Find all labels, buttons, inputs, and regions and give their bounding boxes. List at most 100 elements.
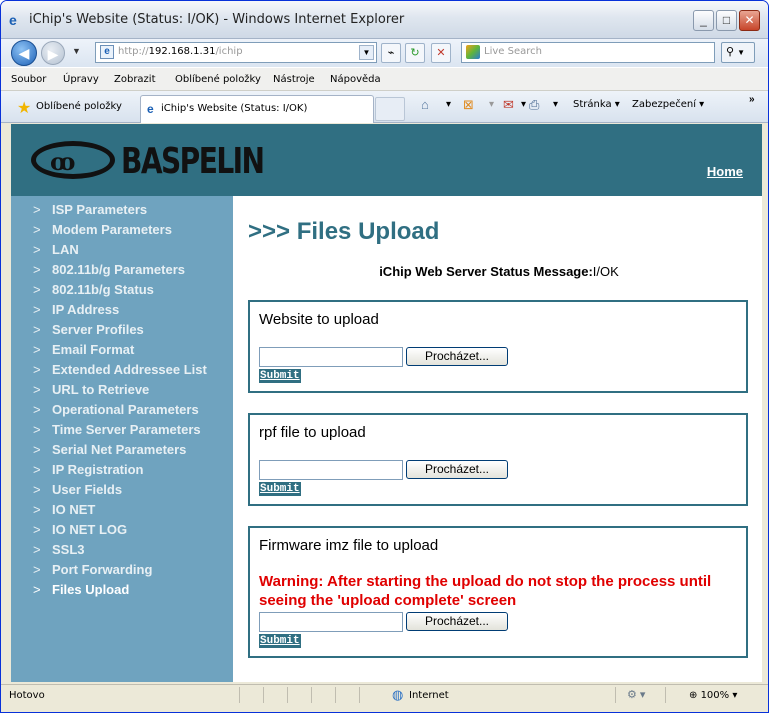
favorites-bar: ★ Oblíbené položky e iChip's Website (St… <box>1 91 768 123</box>
sidebar-item-operational-parameters[interactable]: > Operational Parameters <box>11 400 233 420</box>
feed-dropdown-icon[interactable]: ▾ <box>489 99 494 110</box>
sidebar-item-io-net[interactable]: > IO NET <box>11 500 233 520</box>
status-divider <box>263 687 264 703</box>
status-divider <box>335 687 336 703</box>
home-dropdown-icon[interactable]: ▾ <box>446 99 451 110</box>
sidebar-item-ip-address[interactable]: > IP Address <box>11 300 233 320</box>
menu-view[interactable]: Zobrazit <box>114 74 156 85</box>
history-dropdown-icon[interactable]: ▼ <box>72 46 81 56</box>
home-icon[interactable]: ⌂ <box>421 97 429 112</box>
sidebar-item-lan[interactable]: > LAN <box>11 240 233 260</box>
sidebar-item-url-to-retrieve[interactable]: > URL to Retrieve <box>11 380 233 400</box>
back-button[interactable]: ◀ <box>11 40 37 66</box>
sidebar-item-io-net-log[interactable]: > IO NET LOG <box>11 520 233 540</box>
safety-menu[interactable]: Zabezpečení ▾ <box>632 99 704 110</box>
sidebar-item-label: 802.11b/g Status <box>52 282 154 297</box>
firmware-upload-form: Firmware imz file to upload Warning: Aft… <box>248 526 748 658</box>
internet-zone-icon: ◍ <box>392 687 404 702</box>
firmware-file-input[interactable] <box>259 612 403 632</box>
compatibility-view-icon[interactable]: ⌁ <box>381 43 401 63</box>
search-button[interactable]: ⚲ ▼ <box>721 42 755 63</box>
status-divider <box>287 687 288 703</box>
sidebar-item-802-11b-g-status[interactable]: >802.11b/g Status <box>11 280 233 300</box>
mail-icon[interactable]: ✉ <box>503 97 514 113</box>
menu-tools[interactable]: Nástroje <box>273 74 315 85</box>
rpf-submit-button[interactable]: Submit <box>259 482 301 496</box>
close-button[interactable]: ✕ <box>739 10 760 31</box>
sidebar-item-label: Port Forwarding <box>52 562 153 577</box>
new-tab-button[interactable] <box>375 97 405 121</box>
favorites-star-icon[interactable]: ★ <box>17 98 31 118</box>
rss-feed-icon[interactable]: ⊠ <box>463 97 474 113</box>
sidebar-item-ip-registration[interactable]: > IP Registration <box>11 460 233 480</box>
page-menu[interactable]: Stránka ▾ <box>573 99 620 110</box>
refresh-icon[interactable]: ↻ <box>405 43 425 63</box>
sidebar-item-files-upload[interactable]: > Files Upload <box>11 580 233 600</box>
sidebar-item-label: IP Address <box>52 302 120 317</box>
menu-favorites[interactable]: Oblíbené položky <box>175 74 261 85</box>
sidebar-item-server-profiles[interactable]: > Server Profiles <box>11 320 233 340</box>
sidebar-item-extended-addressee-list[interactable]: > Extended Addressee List <box>11 360 233 380</box>
website-submit-button[interactable]: Submit <box>259 369 301 383</box>
sidebar-item-ssl3[interactable]: > SSL3 <box>11 540 233 560</box>
zoom-level[interactable]: ⊕ 100% ▾ <box>689 690 737 701</box>
sidebar-item-isp-parameters[interactable]: > ISP Parameters <box>11 200 233 220</box>
protected-mode-icon[interactable]: ⚙ ▾ <box>627 688 645 701</box>
rpf-browse-button[interactable]: Procházet... <box>406 460 508 479</box>
home-link[interactable]: Home <box>707 164 743 179</box>
website-browse-button[interactable]: Procházet... <box>406 347 508 366</box>
stop-icon[interactable]: ✕ <box>431 43 451 63</box>
status-divider <box>311 687 312 703</box>
menu-help[interactable]: Nápověda <box>330 74 381 85</box>
minimize-button[interactable]: _ <box>693 10 714 31</box>
rpf-file-input[interactable] <box>259 460 403 480</box>
sidebar-item-label: Modem Parameters <box>52 222 172 237</box>
sidebar-arrow-icon: > <box>33 562 41 577</box>
tab-ie-icon: e <box>147 102 154 116</box>
sidebar-item-user-fields[interactable]: > User Fields <box>11 480 233 500</box>
status-divider <box>359 687 360 703</box>
sidebar-item-serial-net-parameters[interactable]: > Serial Net Parameters <box>11 440 233 460</box>
sidebar-arrow-icon: > <box>33 402 41 417</box>
status-bar: Hotovo ◍ Internet ⚙ ▾ ⊕ 100% ▾ <box>1 684 768 712</box>
sidebar-item-modem-parameters[interactable]: > Modem Parameters <box>11 220 233 240</box>
maximize-button[interactable]: □ <box>716 10 737 31</box>
sidebar-item-label: IP Registration <box>52 462 144 477</box>
sidebar-arrow-icon: > <box>33 342 41 357</box>
sidebar-item-802-11b-g-parameters[interactable]: >802.11b/g Parameters <box>11 260 233 280</box>
menu-edit[interactable]: Úpravy <box>63 74 99 85</box>
print-icon[interactable]: ⎙ <box>529 97 539 113</box>
sidebar-item-label: ISP Parameters <box>52 202 148 217</box>
status-text: Hotovo <box>9 690 45 701</box>
search-input[interactable]: Live Search <box>461 42 715 63</box>
sidebar-item-label: Server Profiles <box>52 322 144 337</box>
browser-tab[interactable]: e iChip's Website (Status: I/OK) <box>140 95 374 123</box>
sidebar-arrow-icon: > <box>33 362 41 377</box>
sidebar-item-email-format[interactable]: > Email Format <box>11 340 233 360</box>
sidebar-arrow-icon: > <box>33 322 41 337</box>
page-icon: e <box>100 45 114 59</box>
sidebar-nav: > ISP Parameters > Modem Parameters > LAN >802… <box>11 196 233 682</box>
sidebar-item-port-forwarding[interactable]: > Port Forwarding <box>11 560 233 580</box>
forward-button[interactable]: ▶ <box>41 41 65 65</box>
sidebar-arrow-icon: > <box>33 582 41 597</box>
address-dropdown-icon[interactable]: ▼ <box>359 45 374 60</box>
favorites-label[interactable]: Oblíbené položky <box>36 101 122 112</box>
sidebar-item-time-server-parameters[interactable]: > Time Server Parameters <box>11 420 233 440</box>
firmware-browse-button[interactable]: Procházet... <box>406 612 508 631</box>
toolbar-overflow-icon[interactable]: » <box>749 94 755 105</box>
tab-label: iChip's Website (Status: I/OK) <box>161 103 308 114</box>
logo-oval-icon: ꝏ <box>31 141 115 179</box>
menu-file[interactable]: Soubor <box>11 74 46 85</box>
address-bar[interactable]: e http://192.168.1.31/ichip ▼ <box>95 42 377 63</box>
address-url[interactable]: http://192.168.1.31/ichip <box>118 46 243 57</box>
mail-dropdown-icon[interactable]: ▾ <box>521 99 526 110</box>
firmware-submit-button[interactable]: Submit <box>259 634 301 648</box>
sidebar-arrow-icon: > <box>33 222 41 237</box>
sidebar-list: > ISP Parameters > Modem Parameters > LAN >802… <box>11 196 233 600</box>
search-options-icon[interactable]: ▼ <box>737 48 745 57</box>
print-dropdown-icon[interactable]: ▾ <box>553 99 558 110</box>
website-file-input[interactable] <box>259 347 403 367</box>
main-content: >>> Files Upload iChip Web Server Status… <box>248 218 750 658</box>
sidebar-item-label: Extended Addressee List <box>52 362 207 377</box>
